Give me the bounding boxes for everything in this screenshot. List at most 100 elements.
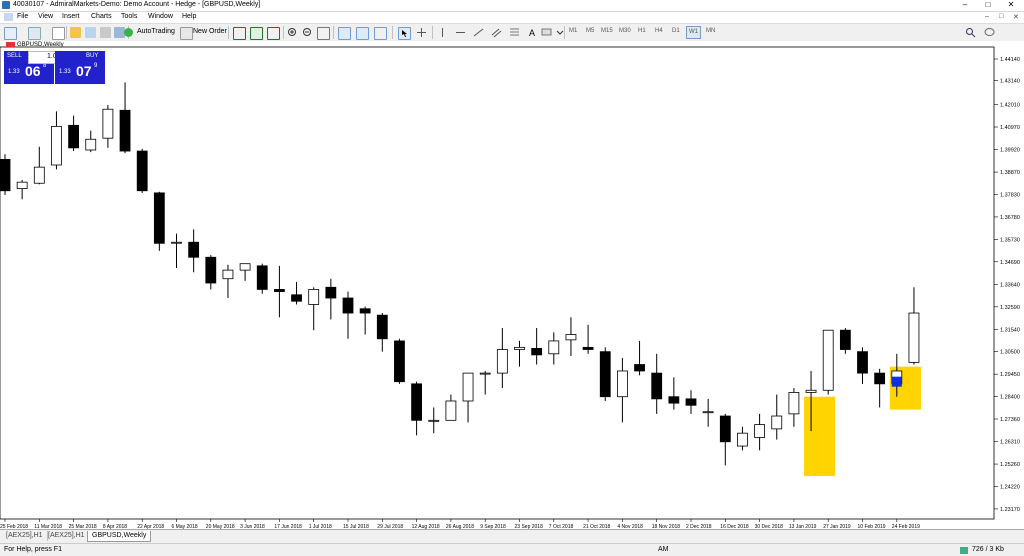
y-tick-label: 1.34690 bbox=[1000, 260, 1020, 266]
highlight-box bbox=[804, 396, 836, 477]
line-chart-icon[interactable] bbox=[267, 27, 280, 40]
y-tick-label: 1.37830 bbox=[1000, 192, 1020, 198]
candle-body bbox=[857, 351, 868, 374]
profiles-icon[interactable] bbox=[28, 27, 41, 40]
candle-body bbox=[325, 286, 337, 299]
horizontal-line-icon[interactable] bbox=[455, 27, 466, 38]
autotrading-button[interactable]: AutoTrading bbox=[137, 28, 175, 35]
market-watch-icon[interactable] bbox=[70, 27, 81, 38]
plot-frame bbox=[0, 46, 995, 520]
vertical-line-icon[interactable] bbox=[437, 27, 448, 38]
maximize-button[interactable]: □ bbox=[977, 0, 999, 10]
chat-icon[interactable] bbox=[984, 27, 995, 38]
y-tick-label: 1.33640 bbox=[1000, 282, 1020, 288]
fibonacci-icon[interactable] bbox=[509, 27, 520, 38]
tile-windows-icon[interactable] bbox=[317, 27, 330, 40]
cursor-icon[interactable] bbox=[398, 27, 411, 40]
sell-price-main: 06 bbox=[25, 63, 41, 79]
candle-body bbox=[239, 263, 251, 271]
mdi-close-button[interactable]: ✕ bbox=[1013, 13, 1019, 21]
sell-label: SELL bbox=[7, 53, 22, 59]
timeframe-h1[interactable]: H1 bbox=[638, 28, 646, 34]
menu-help[interactable]: Help bbox=[182, 13, 196, 20]
buy-button[interactable]: BUY 1.33 07 9 bbox=[55, 51, 105, 84]
zoom-out-icon[interactable] bbox=[302, 27, 313, 38]
candlestick-chart[interactable]: 1.44140 1.43140 1.42010 1.40970 1.39920 1.388… bbox=[0, 41, 1024, 530]
chart-shift-icon[interactable] bbox=[356, 27, 369, 40]
zoom-window-icon[interactable] bbox=[52, 27, 65, 40]
menu-view[interactable]: View bbox=[38, 13, 53, 20]
candle-body bbox=[548, 340, 560, 355]
candle-body bbox=[754, 424, 765, 438]
candle-body bbox=[839, 329, 851, 350]
close-button[interactable]: ✕ bbox=[1000, 0, 1022, 10]
sell-price-prefix: 1.33 bbox=[8, 69, 20, 75]
candle-body bbox=[874, 372, 886, 385]
timeframe-d1[interactable]: D1 bbox=[672, 28, 680, 34]
chart-window-icon[interactable] bbox=[4, 13, 13, 21]
new-order-button[interactable]: New Order bbox=[193, 28, 227, 35]
tab-gbpusd-weekly[interactable]: GBPUSD,Weekly bbox=[87, 531, 152, 542]
y-tick-label: 1.40970 bbox=[1000, 125, 1020, 131]
new-order-icon[interactable] bbox=[180, 27, 193, 40]
timeframe-m1[interactable]: M1 bbox=[569, 28, 577, 34]
channel-icon[interactable] bbox=[491, 27, 502, 38]
label-tool-icon[interactable] bbox=[541, 27, 552, 38]
toolbar-separator bbox=[432, 26, 433, 39]
candle-body bbox=[496, 349, 508, 374]
timeframe-mn[interactable]: MN bbox=[706, 28, 715, 34]
y-tick-label: 1.24220 bbox=[1000, 484, 1020, 490]
mdi-restore-button[interactable]: □ bbox=[999, 13, 1003, 20]
candle-body bbox=[411, 383, 423, 421]
autotrading-icon[interactable] bbox=[124, 28, 133, 37]
menu-tools[interactable]: Tools bbox=[121, 13, 137, 20]
text-tool-icon[interactable]: A bbox=[527, 27, 538, 38]
y-tick-label: 1.23170 bbox=[1000, 507, 1020, 513]
timeframe-m30[interactable]: M30 bbox=[619, 28, 631, 34]
candle-body bbox=[273, 289, 285, 292]
buy-price-sup: 9 bbox=[94, 63, 98, 69]
zoom-in-icon[interactable] bbox=[287, 27, 298, 38]
menu-file[interactable]: File bbox=[17, 13, 28, 20]
candle-body bbox=[719, 415, 731, 443]
candle-body bbox=[479, 372, 491, 375]
candle-body bbox=[51, 125, 62, 166]
candle-body bbox=[119, 109, 131, 152]
timeframe-m15[interactable]: M15 bbox=[601, 28, 613, 34]
timeframe-m5[interactable]: M5 bbox=[586, 28, 594, 34]
candle-body bbox=[342, 297, 354, 314]
chart-flag-icon bbox=[6, 42, 15, 47]
crosshair-icon[interactable] bbox=[416, 27, 427, 38]
tab-aex25-h1-a[interactable]: [AEX25],H1 bbox=[2, 531, 48, 541]
new-chart-icon[interactable] bbox=[4, 27, 17, 40]
candle-body bbox=[256, 265, 268, 290]
chart-area[interactable]: 1.44140 1.43140 1.42010 1.40970 1.39920 1.388… bbox=[0, 41, 1024, 530]
tab-aex25-h1-b[interactable]: [AEX25],H1 bbox=[44, 531, 90, 541]
status-bar: For Help, press F1 AM 726 / 3 Kb bbox=[0, 543, 1024, 556]
toolbar-separator bbox=[283, 26, 284, 39]
trendline-icon[interactable] bbox=[473, 27, 484, 38]
candlestick-icon[interactable] bbox=[250, 27, 263, 40]
candle-body bbox=[33, 166, 45, 184]
timeframe-h4[interactable]: H4 bbox=[655, 28, 663, 34]
y-tick-label: 1.43140 bbox=[1000, 78, 1020, 84]
y-tick-label: 1.35730 bbox=[1000, 237, 1020, 243]
candle-body bbox=[617, 370, 628, 398]
candle-body bbox=[428, 419, 440, 422]
menu-insert[interactable]: Insert bbox=[62, 13, 80, 20]
auto-scroll-icon[interactable] bbox=[338, 27, 351, 40]
minimize-button[interactable]: – bbox=[954, 0, 976, 10]
menu-window[interactable]: Window bbox=[148, 13, 173, 20]
data-window-icon[interactable] bbox=[85, 27, 96, 38]
menu-charts[interactable]: Charts bbox=[91, 13, 112, 20]
candle-body bbox=[771, 415, 783, 430]
candle-body bbox=[514, 346, 525, 350]
search-icon[interactable] bbox=[965, 27, 976, 38]
bar-chart-icon[interactable] bbox=[233, 27, 246, 40]
y-tick-label: 1.31540 bbox=[1000, 327, 1020, 333]
navigator-icon[interactable] bbox=[100, 27, 111, 38]
y-tick-label: 1.38870 bbox=[1000, 170, 1020, 176]
indicators-icon[interactable] bbox=[374, 27, 387, 40]
mdi-minimize-button[interactable]: – bbox=[985, 13, 989, 20]
timeframe-w1[interactable]: W1 bbox=[686, 26, 701, 39]
